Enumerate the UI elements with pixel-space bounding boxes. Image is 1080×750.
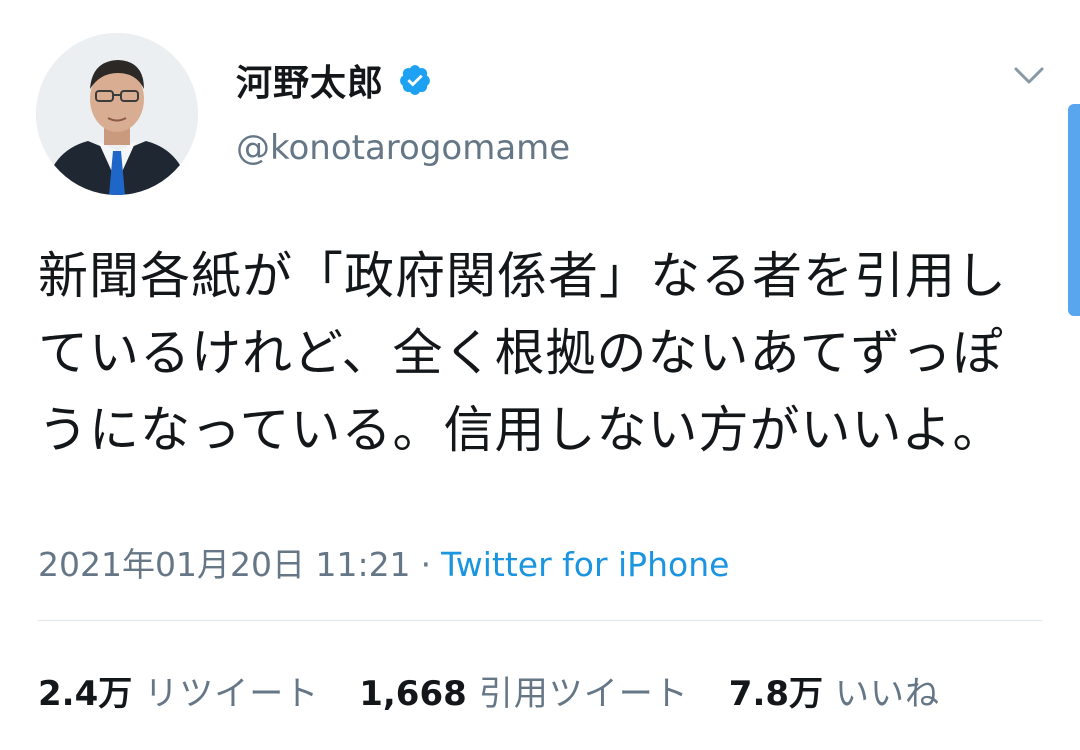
quote-tweet-count[interactable]: 1,668 引用ツイート bbox=[359, 666, 689, 715]
avatar[interactable] bbox=[36, 33, 198, 195]
retweet-count-value: 2.4万 bbox=[38, 674, 133, 714]
engagement-stats: 2.4万 リツイート 1,668 引用ツイート 7.8万 いいね bbox=[38, 666, 980, 715]
handle[interactable]: @konotarogomame bbox=[236, 128, 570, 168]
display-name[interactable]: 河野太郎 bbox=[236, 54, 384, 106]
tweet-detail: 河野太郎 @konotarogomame 新聞各紙が「政府関係者」なる者を引用し… bbox=[0, 0, 1080, 750]
source-link[interactable]: Twitter for iPhone bbox=[441, 545, 729, 584]
retweet-count-label: リツイート bbox=[144, 674, 320, 714]
retweet-count[interactable]: 2.4万 リツイート bbox=[38, 666, 319, 715]
verified-badge-icon bbox=[400, 65, 430, 95]
meta-separator: · bbox=[420, 545, 432, 584]
like-count-label: いいね bbox=[835, 674, 941, 714]
scrollbar[interactable] bbox=[1068, 104, 1080, 316]
quote-count-value: 1,668 bbox=[359, 674, 467, 714]
chevron-down-icon[interactable] bbox=[1012, 64, 1046, 88]
tweet-meta: 2021年01月20日 11:21 · Twitter for iPhone bbox=[38, 538, 729, 586]
like-count[interactable]: 7.8万 いいね bbox=[729, 666, 940, 715]
profile-photo-icon bbox=[36, 33, 198, 195]
timestamp[interactable]: 2021年01月20日 11:21 bbox=[38, 545, 411, 584]
quote-count-label: 引用ツイート bbox=[478, 674, 689, 714]
tweet-text: 新聞各紙が「政府関係者」なる者を引用しているけれど、全く根拠のないあてずっぽうに… bbox=[38, 247, 1007, 459]
author-name-row: 河野太郎 bbox=[236, 55, 432, 105]
like-count-value: 7.8万 bbox=[728, 674, 824, 714]
divider bbox=[38, 620, 1042, 621]
